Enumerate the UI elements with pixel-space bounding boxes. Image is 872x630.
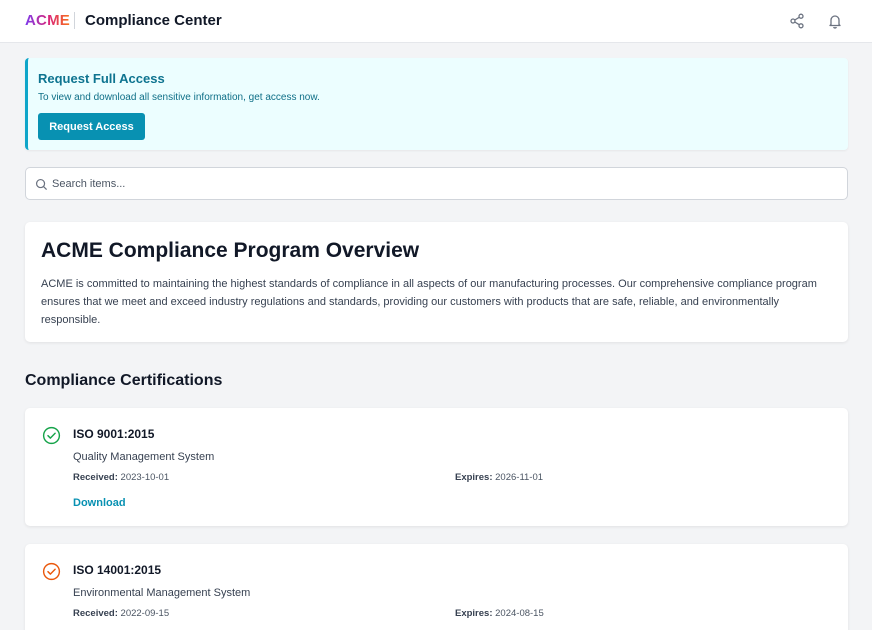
certification-card: ISO 14001:2015 Environmental Management … xyxy=(25,544,848,630)
expires-label: Expires: xyxy=(455,472,493,483)
received-value: 2023-10-01 xyxy=(120,472,170,483)
expires-label: Expires: xyxy=(455,608,493,619)
search-bar xyxy=(25,167,848,200)
received-date: Received: 2022-09-15 xyxy=(73,608,169,619)
request-access-banner: Request Full Access To view and download… xyxy=(25,58,848,150)
download-link[interactable]: Download xyxy=(73,497,126,509)
share-icon[interactable] xyxy=(787,11,807,31)
header-divider xyxy=(74,12,75,29)
certification-card: ISO 9001:2015 Quality Management System … xyxy=(25,408,848,526)
check-circle-icon xyxy=(42,426,61,445)
search-icon xyxy=(35,178,48,191)
banner-title: Request Full Access xyxy=(38,71,165,86)
expires-value: 2026-11-01 xyxy=(495,472,544,483)
top-bar: ACME Compliance Center xyxy=(0,0,872,43)
request-access-button[interactable]: Request Access xyxy=(38,113,145,140)
overview-text: ACME is committed to maintaining the hig… xyxy=(41,278,817,326)
received-date: Received: 2023-10-01 xyxy=(73,472,169,483)
acme-logo[interactable]: ACME xyxy=(25,12,70,29)
certification-name: ISO 9001:2015 xyxy=(73,427,155,441)
bell-icon[interactable] xyxy=(825,11,845,31)
overview-card: ACME Compliance Program Overview ACME is… xyxy=(25,222,848,342)
certification-description: Environmental Management System xyxy=(73,587,251,599)
expires-date: Expires: 2026-11-01 xyxy=(455,472,543,483)
check-circle-icon xyxy=(42,562,61,581)
expires-date: Expires: 2024-08-15 xyxy=(455,608,544,619)
received-label: Received: xyxy=(73,472,118,483)
certification-name: ISO 14001:2015 xyxy=(73,563,162,577)
certification-description: Quality Management System xyxy=(73,451,215,463)
overview-title: ACME Compliance Program Overview xyxy=(41,239,420,262)
banner-text: To view and download all sensitive infor… xyxy=(38,92,320,103)
expires-value: 2024-08-15 xyxy=(495,608,544,619)
search-input[interactable] xyxy=(52,174,832,194)
received-label: Received: xyxy=(73,608,118,619)
received-value: 2022-09-15 xyxy=(120,608,170,619)
app-title: Compliance Center xyxy=(85,12,222,29)
certifications-heading: Compliance Certifications xyxy=(25,372,223,389)
